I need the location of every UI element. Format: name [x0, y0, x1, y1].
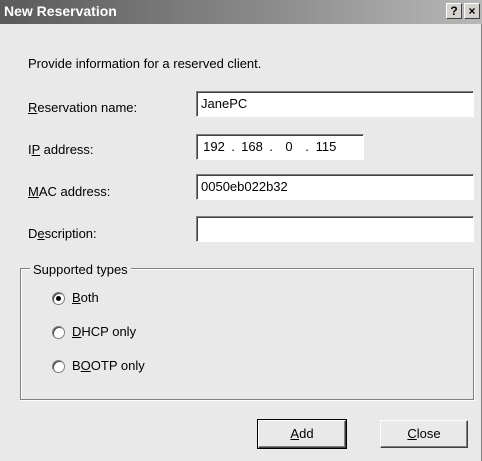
title-bar[interactable]: New Reservation ? ×	[0, 0, 482, 24]
ip-dot: .	[305, 139, 309, 154]
bootp-only-label[interactable]: BOOTP only	[72, 358, 145, 373]
mac-address-label-text: AC address:	[38, 184, 111, 199]
help-button[interactable]: ?	[446, 3, 462, 19]
mac-address-field[interactable]: 0050eb022b32	[196, 174, 474, 200]
bootp-only-label-pre: B	[72, 358, 81, 373]
mac-address-accel: M	[28, 184, 39, 199]
help-icon: ?	[450, 4, 458, 18]
add-label: dd	[299, 426, 314, 441]
description-label-text: scription:	[44, 226, 97, 241]
close-label: lose	[416, 426, 441, 441]
add-button[interactable]: Add	[257, 419, 347, 449]
ip-octet-1[interactable]: 192	[199, 139, 229, 154]
add-accel: A	[290, 426, 300, 441]
ip-dot: .	[269, 139, 273, 154]
both-label[interactable]: Both	[72, 290, 99, 305]
both-accel: B	[72, 290, 81, 305]
description-label-pre: D	[28, 226, 38, 241]
reservation-name-value: JanePC	[201, 96, 248, 111]
dhcp-only-radio[interactable]	[52, 326, 65, 339]
reservation-name-field[interactable]: JanePC	[196, 91, 474, 117]
close-button[interactable]: Close	[380, 420, 468, 448]
supported-types-legend: Supported types	[30, 262, 131, 277]
ip-octet-4[interactable]: 115	[311, 139, 341, 154]
both-radio[interactable]	[52, 292, 65, 305]
mac-address-value: 0050eb022b32	[201, 179, 288, 194]
window-title: New Reservation	[4, 3, 117, 19]
dhcp-only-label[interactable]: DHCP only	[72, 324, 136, 339]
dhcp-only-label-text: HCP only	[81, 324, 137, 339]
reservation-name-label: Reservation name:	[28, 100, 137, 115]
close-accel: C	[407, 426, 417, 441]
description-field[interactable]	[196, 216, 474, 242]
ip-octet-3[interactable]: 0	[275, 139, 303, 154]
ip-address-label-text: address:	[40, 142, 94, 157]
bootp-only-label-text: OTP only	[90, 358, 145, 373]
description-label: Description:	[28, 226, 97, 241]
ip-octet-2[interactable]: 168	[237, 139, 267, 154]
reservation-name-accel: R	[28, 100, 38, 115]
ip-address-accel: P	[31, 142, 41, 157]
both-label-text: oth	[80, 290, 99, 305]
ip-address-label: IP address:	[28, 142, 94, 157]
close-window-button[interactable]: ×	[464, 3, 480, 19]
dhcp-only-accel: D	[72, 324, 82, 339]
new-reservation-dialog: New Reservation ? × Provide information …	[0, 0, 482, 461]
ip-dot: .	[231, 139, 235, 154]
ip-address-field[interactable]: 192. 168. 0. 115	[196, 134, 364, 160]
bootp-only-radio[interactable]	[52, 360, 65, 373]
mac-address-label: MAC address:	[28, 184, 110, 199]
description-accel: e	[37, 226, 45, 241]
reservation-name-label-text: eservation name:	[37, 100, 138, 115]
close-icon: ×	[468, 4, 476, 18]
intro-text: Provide information for a reserved clien…	[28, 56, 262, 71]
bootp-only-accel: O	[80, 358, 91, 373]
